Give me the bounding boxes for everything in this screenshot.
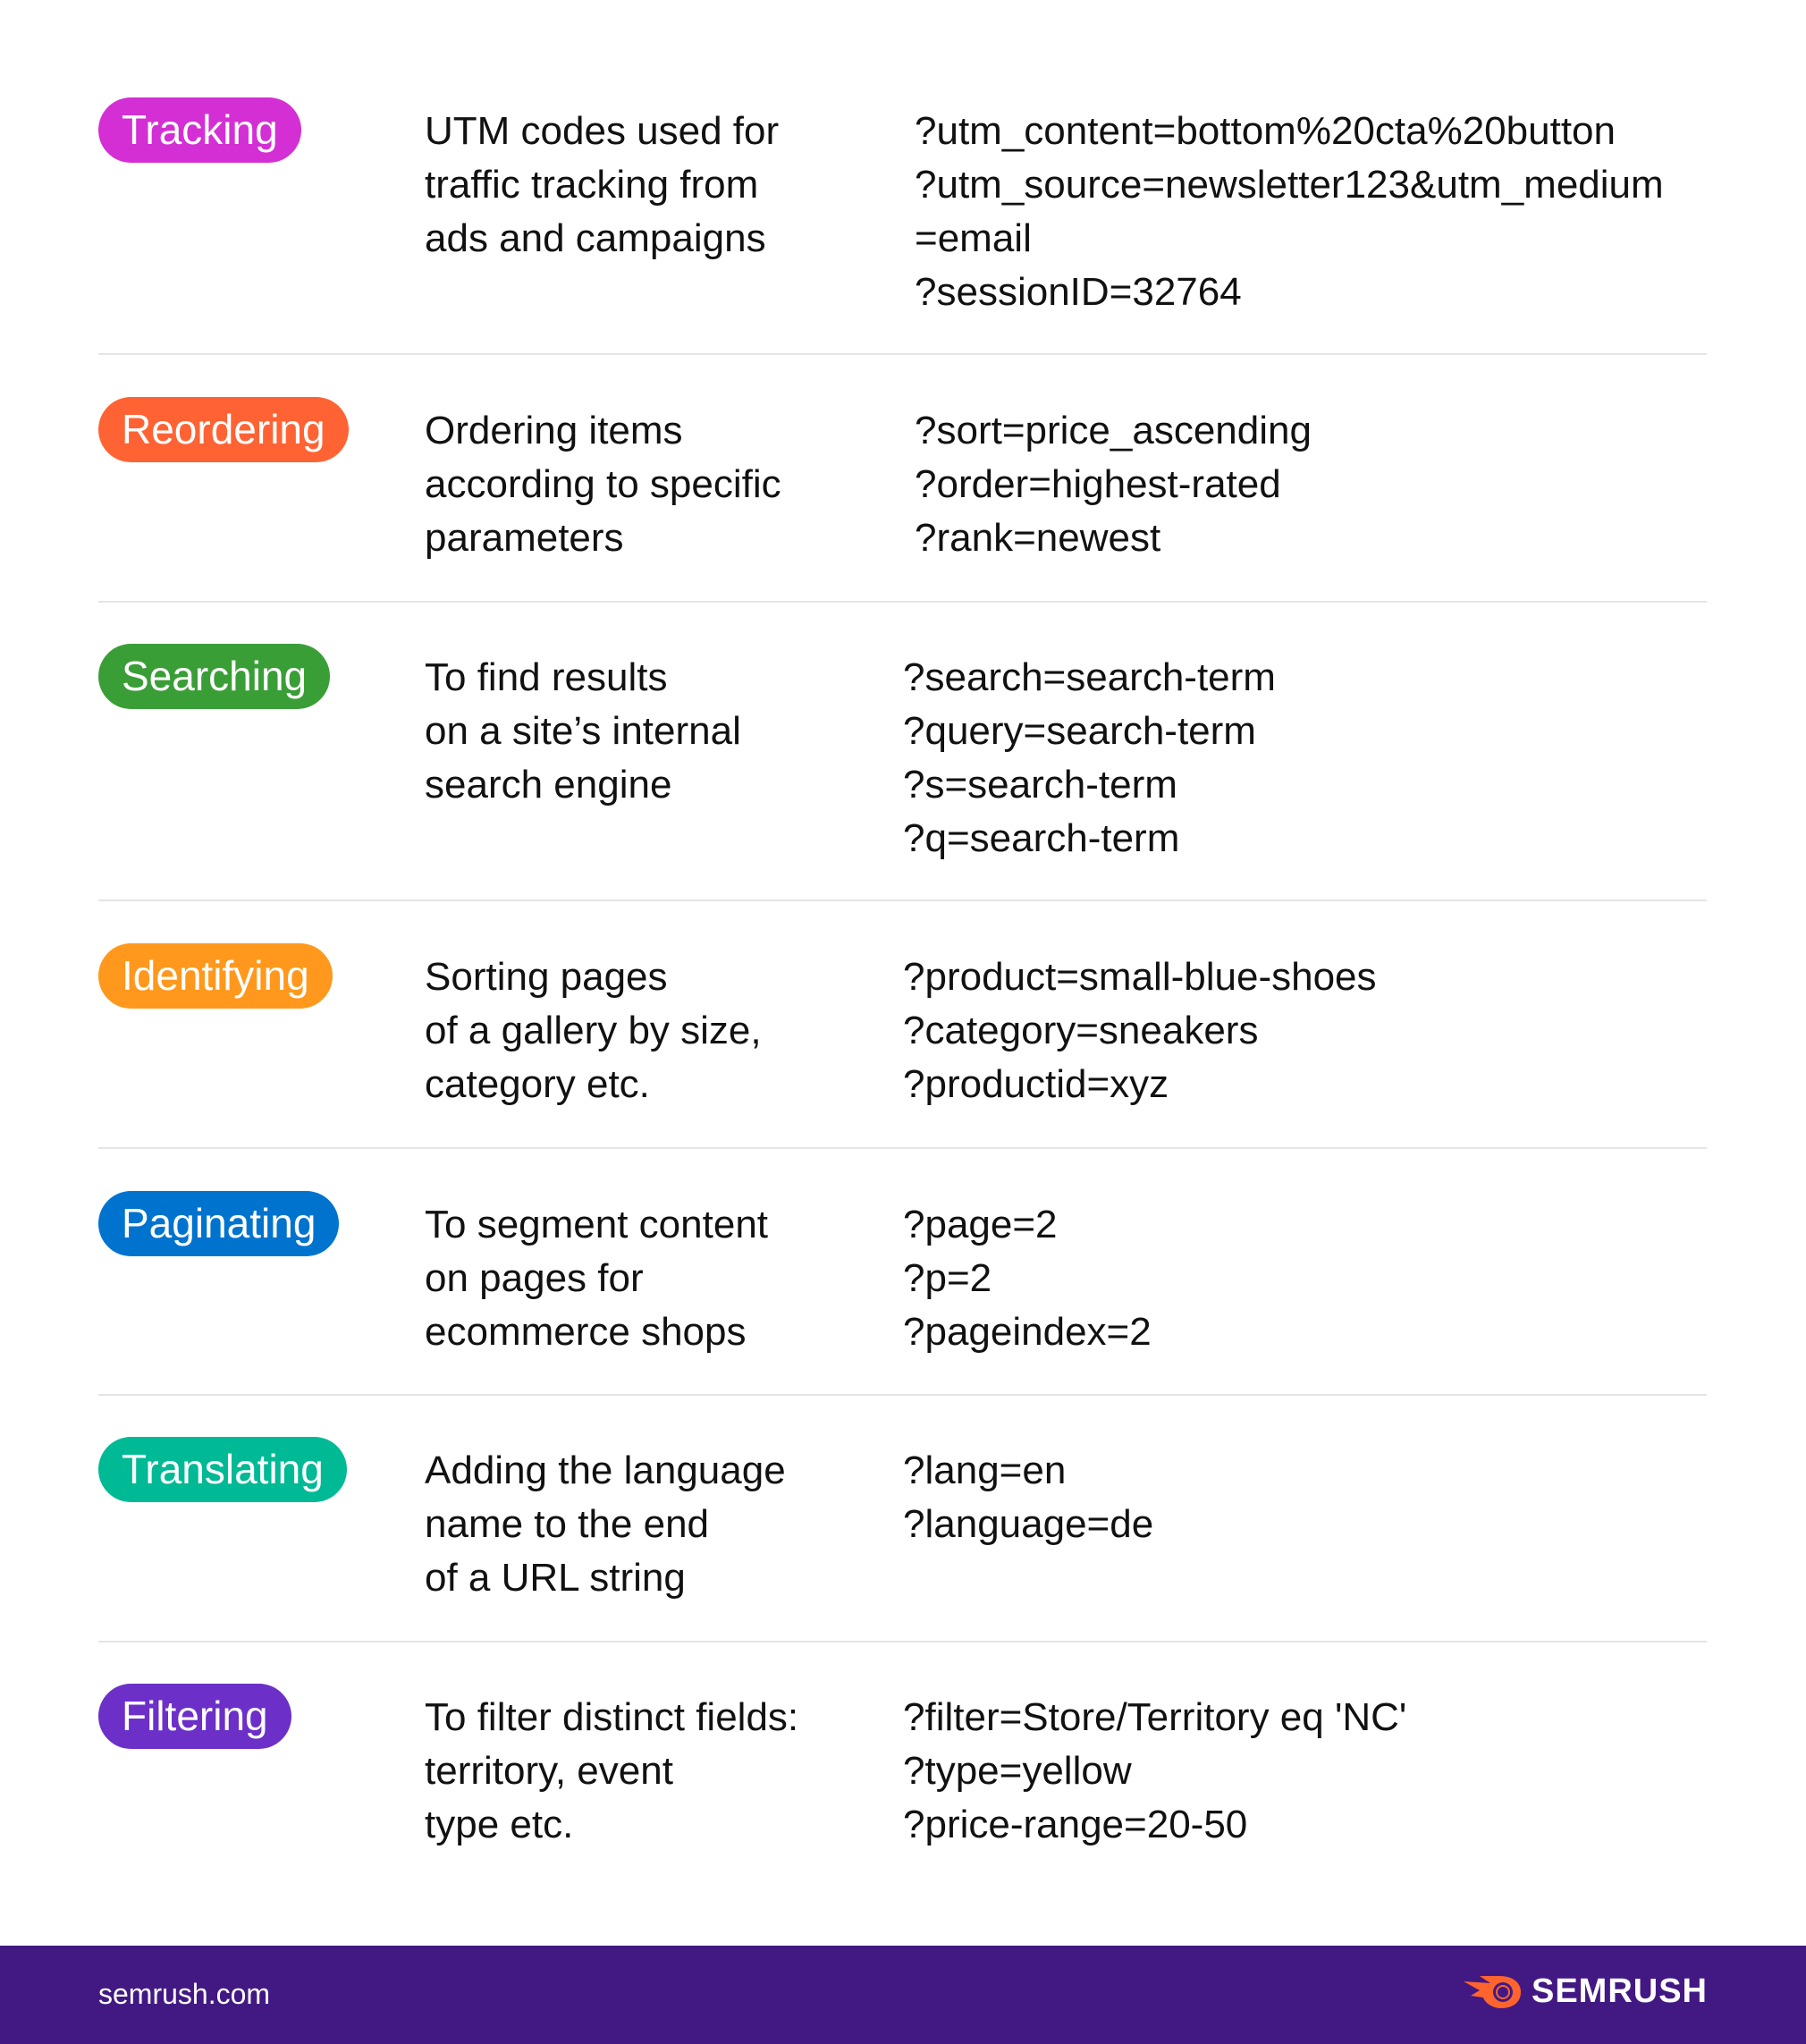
description-line: on pages for xyxy=(425,1256,644,1300)
divider xyxy=(98,353,1707,355)
examples: ?page=2 ?p=2 ?pageindex=2 xyxy=(903,1198,1152,1359)
example-parameter: ?page=2 xyxy=(903,1203,1058,1246)
tag-badge: Paginating xyxy=(98,1191,340,1256)
example-parameter: ?pageindex=2 xyxy=(903,1310,1152,1354)
description-line: UTM codes used for xyxy=(425,109,780,153)
example-parameter: ?query=search-term xyxy=(903,709,1256,753)
example-parameter: ?type=yellow xyxy=(903,1749,1132,1793)
example-parameter: ?q=search-term xyxy=(903,816,1180,860)
example-parameter: =email xyxy=(915,216,1032,260)
tag-badge: Reordering xyxy=(98,397,349,462)
description-line: on a site’s internal xyxy=(425,709,741,753)
brand-name: SEMRUSH xyxy=(1531,1972,1708,2010)
description-line: name to the end xyxy=(425,1502,710,1546)
example-parameter: ?rank=newest xyxy=(915,516,1161,560)
example-parameter: ?order=highest-rated xyxy=(915,462,1281,506)
example-parameter: ?price-range=20-50 xyxy=(903,1803,1248,1846)
divider xyxy=(98,1394,1707,1396)
divider xyxy=(98,1641,1707,1643)
example-parameter: ?search=search-term xyxy=(903,655,1276,699)
description-line: of a gallery by size, xyxy=(425,1009,762,1052)
example-parameter: ?sessionID=32764 xyxy=(915,270,1242,314)
description: Sorting pages of a gallery by size, catego… xyxy=(425,950,762,1111)
description: Ordering items according to specific param… xyxy=(425,404,781,565)
description: Adding the language name to the end of a U… xyxy=(425,1444,786,1605)
description-line: type etc. xyxy=(425,1803,574,1846)
examples: ?search=search-term ?query=search-term ?s=… xyxy=(903,651,1276,866)
description: UTM codes used for traffic tracking from a… xyxy=(425,105,779,266)
example-parameter: ?productid=xyz xyxy=(903,1062,1169,1106)
example-parameter: ?product=small-blue-shoes xyxy=(903,955,1377,999)
description-line: according to specific xyxy=(425,462,781,506)
tag-badge: Identifying xyxy=(98,943,333,1009)
example-parameter: ?category=sneakers xyxy=(903,1009,1259,1052)
description-line: ecommerce shops xyxy=(425,1310,747,1354)
examples: ?product=small-blue-shoes ?category=sneak… xyxy=(903,950,1377,1111)
description-line: territory, event xyxy=(425,1749,673,1793)
tag-badge: Tracking xyxy=(98,97,301,163)
description: To segment content on pages for ecommerce … xyxy=(425,1198,768,1359)
example-parameter: ?s=search-term xyxy=(903,763,1177,807)
divider xyxy=(98,601,1707,603)
description-line: traffic tracking from xyxy=(425,163,759,207)
tag-badge: Translating xyxy=(98,1437,347,1502)
divider xyxy=(98,900,1707,901)
description-line: To find results xyxy=(425,655,668,699)
description: To find results on a site’s internal searc… xyxy=(425,651,741,812)
example-parameter: ?p=2 xyxy=(903,1256,992,1300)
divider xyxy=(98,1147,1707,1149)
tag-badge: Filtering xyxy=(98,1684,291,1749)
example-parameter: ?utm_content=bottom%20cta%20button xyxy=(915,109,1616,153)
description-line: To segment content xyxy=(425,1203,769,1246)
example-parameter: ?lang=en xyxy=(903,1449,1067,1492)
example-parameter: ?filter=Store/Territory eq 'NC' xyxy=(903,1695,1407,1739)
site-url: semrush.com xyxy=(98,1978,271,2010)
description-line: To filter distinct fields: xyxy=(425,1695,799,1739)
example-parameter: ?utm_source=newsletter123&utm_medium xyxy=(915,163,1664,207)
description-line: of a URL string xyxy=(425,1556,686,1600)
semrush-logo: SEMRUSH xyxy=(1463,1972,1708,2011)
semrush-fireball-icon xyxy=(1463,1975,1521,2008)
description-line: search engine xyxy=(425,763,672,807)
description-line: Adding the language xyxy=(425,1449,786,1492)
description-line: parameters xyxy=(425,516,624,560)
examples: ?lang=en ?language=de xyxy=(903,1444,1153,1551)
example-parameter: ?sort=price_ascending xyxy=(915,409,1312,452)
description-line: ads and campaigns xyxy=(425,216,766,260)
description-line: category etc. xyxy=(425,1062,650,1106)
description: To filter distinct fields: territory, eve… xyxy=(425,1691,798,1852)
example-parameter: ?language=de xyxy=(903,1502,1154,1546)
tag-badge: Searching xyxy=(98,644,331,709)
footer: semrush.com SEMRUSH xyxy=(0,1946,1806,2044)
description-line: Sorting pages xyxy=(425,955,668,999)
examples: ?sort=price_ascending ?order=highest-rate… xyxy=(915,404,1312,565)
description-line: Ordering items xyxy=(425,409,683,452)
examples: ?utm_content=bottom%20cta%20button ?utm_s… xyxy=(915,105,1664,319)
examples: ?filter=Store/Territory eq 'NC' ?type=yel… xyxy=(903,1691,1406,1852)
